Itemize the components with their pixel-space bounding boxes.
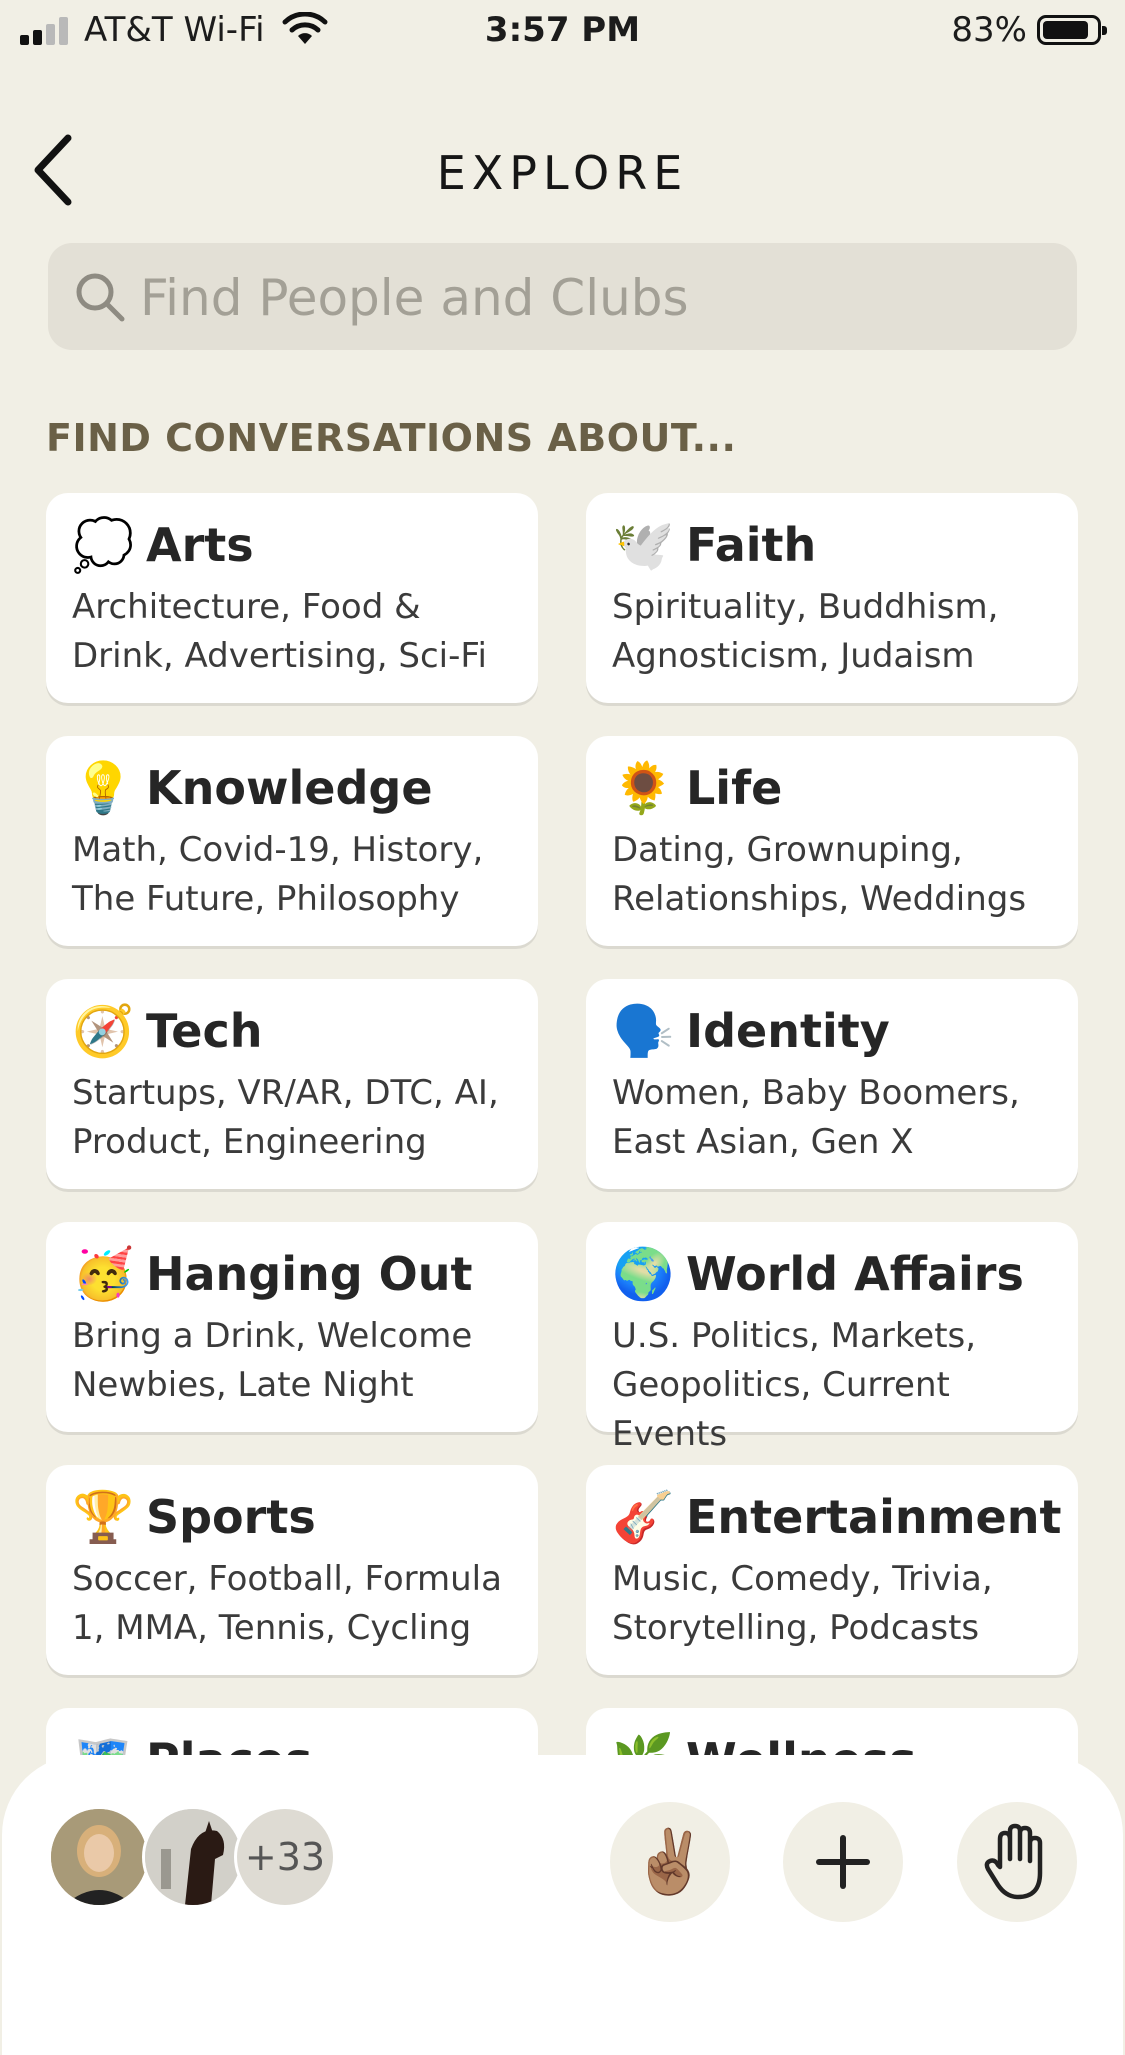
- category-card-entertainment[interactable]: 🎸 Entertainment Music, Comedy, Trivia, St…: [586, 1465, 1078, 1675]
- peace-button[interactable]: ✌🏽: [610, 1802, 730, 1922]
- person-avatar[interactable]: [48, 1806, 150, 1908]
- category-description: Architecture, Food & Drink, Advertising,…: [72, 587, 487, 676]
- category-name: Identity: [686, 1004, 890, 1058]
- bottom-bar: +33 ✌🏽: [2, 1755, 1123, 2055]
- peace-hand-icon: ✌🏽: [631, 1825, 709, 1898]
- category-description: Startups, VR/AR, DTC, AI, Product, Engin…: [72, 1073, 499, 1162]
- search-icon: [76, 273, 125, 322]
- category-card-identity[interactable]: 🗣️ Identity Women, Baby Boomers, East Asi…: [586, 979, 1078, 1189]
- category-description: Bring a Drink, Welcome Newbies, Late Nig…: [72, 1316, 473, 1405]
- raise-hand-button[interactable]: [957, 1802, 1077, 1922]
- category-card-life[interactable]: 🌻 Life Dating, Grownuping, Relationships,…: [586, 736, 1078, 946]
- party-face-icon: 🥳: [72, 1245, 135, 1303]
- category-name: Sports: [146, 1490, 316, 1544]
- category-name: Tech: [146, 1004, 263, 1058]
- category-description: Women, Baby Boomers, East Asian, Gen X: [612, 1073, 1020, 1162]
- category-description: Soccer, Football, Formula 1, MMA, Tennis…: [72, 1559, 502, 1648]
- category-card-faith[interactable]: 🕊️ Faith Spirituality, Buddhism, Agnostic…: [586, 493, 1078, 703]
- person-avatar-image: [51, 1809, 147, 1905]
- category-card-knowledge[interactable]: 💡 Knowledge Math, Covid-19, History, The …: [46, 736, 538, 946]
- search-input[interactable]: [138, 243, 1042, 352]
- category-description: Music, Comedy, Trivia, Storytelling, Pod…: [612, 1559, 993, 1648]
- category-card-hanging-out[interactable]: 🥳 Hanging Out Bring a Drink, Welcome Newb…: [46, 1222, 538, 1432]
- raised-hand-icon: [984, 1823, 1043, 1900]
- category-name: Life: [686, 761, 783, 815]
- category-name: Knowledge: [146, 761, 433, 815]
- category-name: Arts: [146, 518, 254, 572]
- category-name: Faith: [686, 518, 817, 572]
- category-card-tech[interactable]: 🧭 Tech Startups, VR/AR, DTC, AI, Product,…: [46, 979, 538, 1189]
- plus-icon: [816, 1835, 870, 1889]
- thought-bubble-icon: 💭: [72, 516, 135, 574]
- category-description: Math, Covid-19, History, The Future, Phi…: [72, 830, 484, 919]
- battery-icon: [1037, 15, 1107, 45]
- dove-icon: 🕊️: [612, 516, 675, 574]
- category-name: Entertainment: [686, 1490, 1062, 1544]
- category-card-world-affairs[interactable]: 🌍 World Affairs U.S. Politics, Markets, G…: [586, 1222, 1078, 1454]
- category-description: Spirituality, Buddhism, Agnosticism, Jud…: [612, 587, 999, 676]
- category-grid: 💭 Arts Architecture, Food & Drink, Advert…: [46, 493, 1080, 1780]
- light-bulb-icon: 💡: [72, 759, 135, 817]
- speaking-head-icon: 🗣️: [612, 1002, 675, 1060]
- category-name: World Affairs: [686, 1247, 1024, 1301]
- horse-avatar[interactable]: [142, 1806, 244, 1908]
- guitar-icon: 🎸: [612, 1488, 675, 1546]
- globe-icon: 🌍: [612, 1245, 675, 1303]
- horse-avatar-image: [145, 1809, 241, 1905]
- category-card-sports[interactable]: 🏆 Sports Soccer, Football, Formula 1, MMA…: [46, 1465, 538, 1675]
- sunflower-icon: 🌻: [612, 759, 675, 817]
- category-card-arts[interactable]: 💭 Arts Architecture, Food & Drink, Advert…: [46, 493, 538, 703]
- category-name: Hanging Out: [146, 1247, 473, 1301]
- more-listeners-count[interactable]: +33: [234, 1806, 336, 1908]
- status-bar: AT&T Wi-Fi 3:57 PM 83%: [0, 0, 1125, 64]
- category-description: U.S. Politics, Markets, Geopolitics, Cur…: [612, 1316, 977, 1454]
- page-title: EXPLORE: [436, 146, 689, 200]
- battery-percent: 83%: [951, 10, 1027, 50]
- category-description: Dating, Grownuping, Relationships, Weddi…: [612, 830, 1027, 919]
- section-heading: FIND CONVERSATIONS ABOUT...: [46, 416, 737, 460]
- trophy-icon: 🏆: [72, 1488, 135, 1546]
- search-bar[interactable]: [48, 243, 1077, 352]
- compass-icon: 🧭: [72, 1002, 135, 1060]
- add-button[interactable]: [783, 1802, 903, 1922]
